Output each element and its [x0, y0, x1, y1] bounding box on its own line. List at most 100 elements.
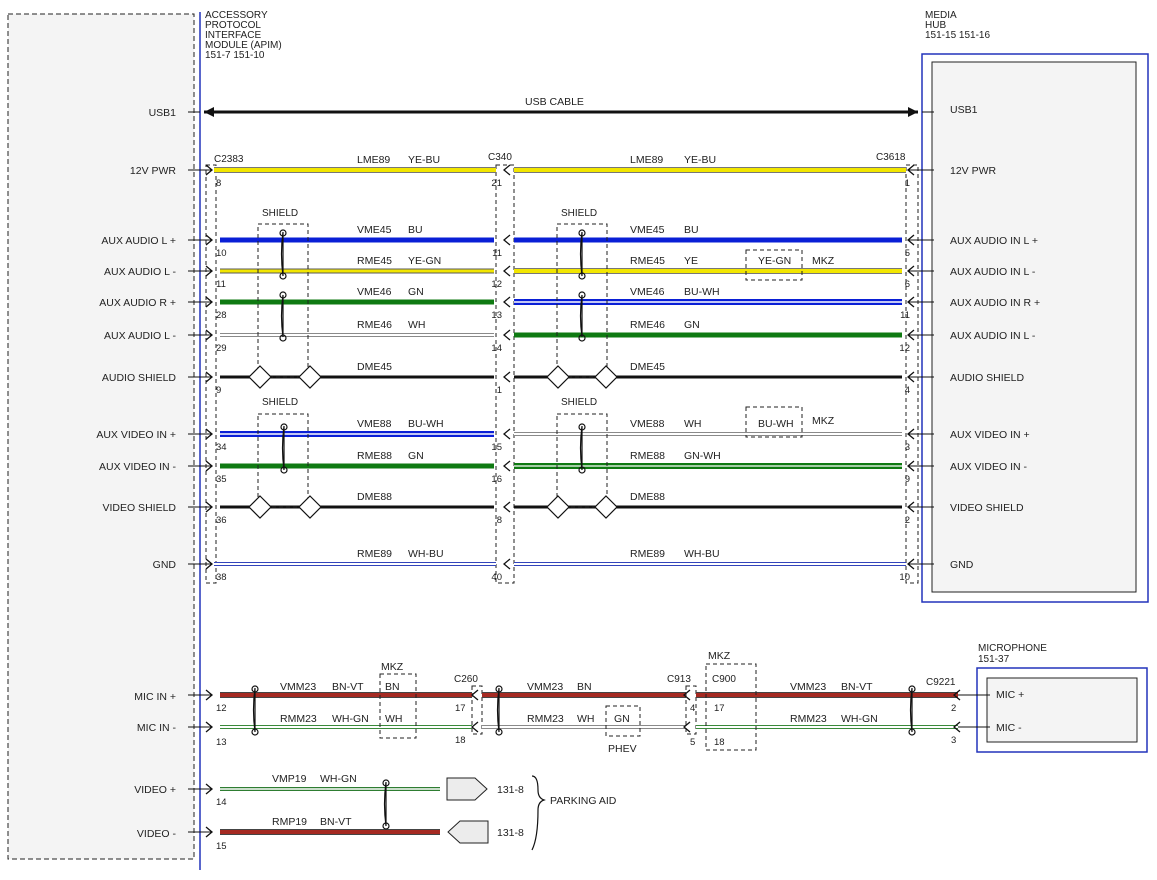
connector-label: C913 — [667, 674, 691, 685]
out-arrow-shape — [446, 777, 488, 801]
circuit-label: LME89 — [630, 154, 663, 166]
wire-color-label: BN-VT — [841, 681, 873, 693]
left-wire-labels: LME89 YE-BU VME45 BU RME45 YE-GN VME46 G… — [357, 154, 444, 560]
wiring-diagram: ACCESSORY PROTOCOL INTERFACE MODULE (API… — [7, 10, 1149, 870]
brace — [531, 775, 546, 851]
pin-number: 2 — [951, 703, 956, 714]
in-arrow-shape — [447, 820, 489, 844]
wire-color-label: WH-GN — [320, 773, 357, 785]
apim-pin-label: AUX VIDEO IN + — [96, 429, 176, 441]
pin-number: 10 — [216, 248, 227, 259]
pin-number: 14 — [491, 343, 502, 354]
circuit-label: VME45 — [357, 224, 392, 236]
shield-label: SHIELD — [561, 208, 597, 219]
circuit-label: RMM23 — [280, 713, 317, 725]
hub-pin-label: AUX VIDEO IN + — [950, 429, 1030, 441]
connector-label: C9221 — [926, 677, 956, 688]
wire-color-label: YE-BU — [684, 154, 716, 166]
variant-label: MKZ — [812, 415, 835, 427]
pin-number: 3 — [905, 442, 910, 453]
apim-pin-label: 12V PWR — [130, 165, 177, 177]
pin-number: 34 — [216, 442, 227, 453]
pin-number: 8 — [497, 515, 502, 526]
pin-number: 10 — [899, 572, 910, 583]
pin-number: 6 — [905, 279, 910, 290]
circuit-label: DME45 — [357, 361, 392, 373]
pin-number: 28 — [216, 310, 227, 321]
media-hub-module: MEDIA HUB 151-15 151-16 USB1 12V PWR AUX… — [921, 10, 1149, 603]
media-hub-title-line: 151-15 151-16 — [925, 30, 990, 41]
circuit-label: DME88 — [630, 491, 665, 503]
pin-number: 14 — [216, 797, 227, 808]
pin-number: 4 — [690, 703, 695, 714]
pin-number: 8 — [216, 178, 221, 189]
circuit-label: RME88 — [630, 450, 665, 462]
wire-color-label: YE-BU — [408, 154, 440, 166]
apim-pin-label: VIDEO - — [137, 828, 177, 840]
circuit-label: RMM23 — [527, 713, 564, 725]
circuit-label: VME88 — [357, 418, 392, 430]
hub-pin-label: AUX AUDIO IN L + — [950, 235, 1038, 247]
hub-pin-label: 12V PWR — [950, 165, 997, 177]
apim-pin-label: GND — [153, 559, 177, 571]
wire-color-label: WH — [408, 319, 426, 331]
circuit-label: RME89 — [357, 548, 392, 560]
apim-pin-label: AUX AUDIO R + — [99, 297, 176, 309]
circuit-label: VME45 — [630, 224, 665, 236]
pin-number: 5 — [905, 248, 910, 259]
variant-boxes: YE-GN MKZ BU-WH MKZ — [745, 249, 835, 438]
wire-color-label: GN — [408, 286, 424, 298]
wire-color-label: BU-WH — [684, 286, 720, 298]
pin-number: 4 — [905, 385, 910, 396]
pin-number: 9 — [905, 474, 910, 485]
variant-color-label: BU-WH — [758, 418, 794, 430]
wire-color-label: YE-GN — [408, 255, 441, 267]
variant-color-label: BN — [385, 681, 400, 693]
mic-pin-label: MIC + — [996, 689, 1024, 701]
pin-number: 1 — [497, 385, 502, 396]
pin-number: 11 — [492, 248, 502, 259]
circuit-label: VME46 — [357, 286, 392, 298]
wire-color-label: YE — [684, 255, 698, 267]
hub-pin-label: AUX AUDIO IN L - — [950, 330, 1036, 342]
pin-number: 9 — [216, 385, 221, 396]
wire-color-label: WH — [684, 418, 702, 430]
apim-pin-label: AUX AUDIO L - — [104, 266, 176, 278]
pin-number: 35 — [216, 474, 227, 485]
pin-number: 40 — [491, 572, 502, 583]
pin-number: 12 — [491, 279, 502, 290]
connector-label: C3618 — [876, 152, 906, 163]
circuit-label: RME46 — [630, 319, 665, 331]
microphone-title-line: MICROPHONE — [978, 643, 1047, 654]
parking-aid-section: VMP19 WH-GN RMP19 BN-VT 14 15 131-8 131-… — [216, 773, 617, 852]
apim-module: ACCESSORY PROTOCOL INTERFACE MODULE (API… — [7, 10, 282, 870]
pin-number: 17 — [714, 703, 725, 714]
wire-color-label: BU-WH — [408, 418, 444, 430]
variant-label: MKZ — [708, 650, 731, 662]
apim-pin-label: VIDEO + — [134, 784, 176, 796]
pin-number: 1 — [905, 178, 910, 189]
apim-pin-label: AUX AUDIO L + — [101, 235, 176, 247]
shield-label: SHIELD — [262, 397, 298, 408]
usb-cable-label: USB CABLE — [525, 96, 584, 108]
wire-color-label: BU — [408, 224, 423, 236]
pin-number: 18 — [455, 735, 466, 746]
variant-label: MKZ — [381, 661, 404, 673]
wire-color-label: BN-VT — [320, 816, 352, 828]
apim-title: ACCESSORY PROTOCOL INTERFACE MODULE (API… — [205, 10, 282, 61]
circuit-label: RMM23 — [790, 713, 827, 725]
pin-number: 5 — [690, 737, 695, 748]
variant-label: PHEV — [608, 743, 637, 755]
circuit-label: VMM23 — [527, 681, 563, 693]
circuit-label: RME89 — [630, 548, 665, 560]
drain-diamonds — [248, 365, 618, 519]
pin-number: 38 — [216, 572, 227, 583]
microphone-title-line: 151-37 — [978, 654, 1010, 665]
mic-twist-glyphs — [251, 685, 916, 830]
apim-pin-label: MIC IN + — [134, 691, 176, 703]
wire-color-label: GN — [408, 450, 424, 462]
hub-pin-label: AUDIO SHIELD — [950, 372, 1025, 384]
apim-pin-label: VIDEO SHIELD — [102, 502, 176, 514]
microphone-module: MICROPHONE 151-37 MIC + MIC - — [976, 643, 1148, 753]
pin-number: 21 — [491, 178, 502, 189]
